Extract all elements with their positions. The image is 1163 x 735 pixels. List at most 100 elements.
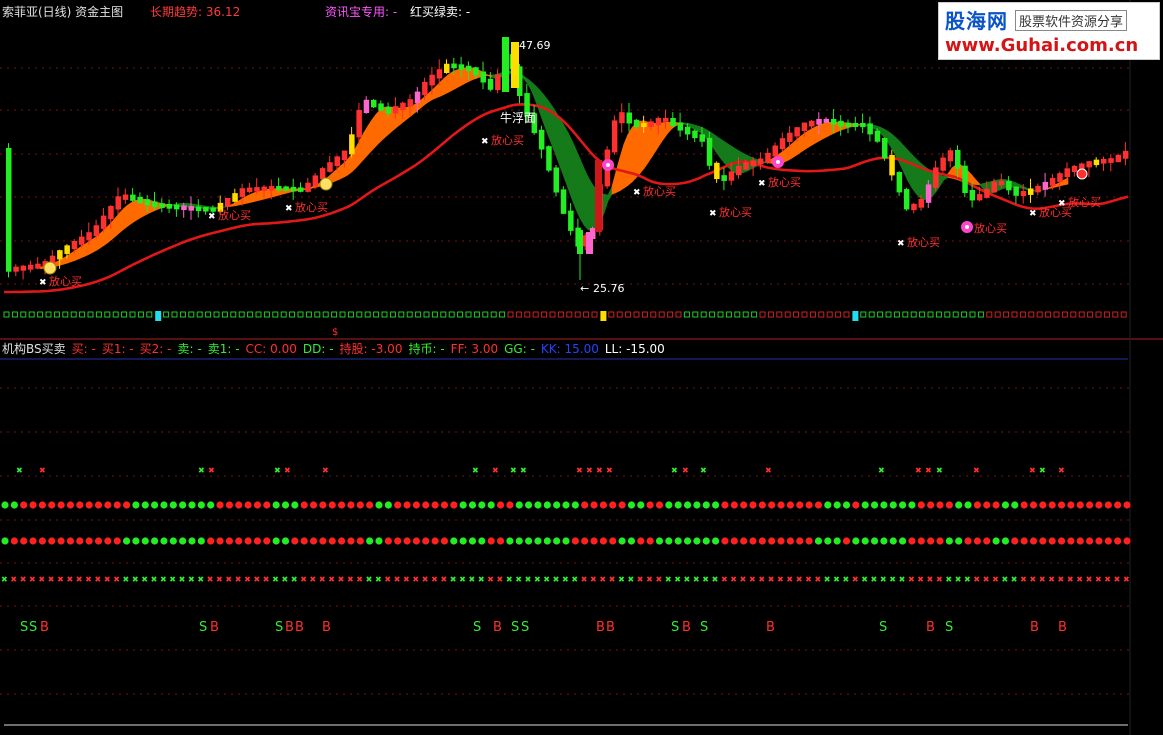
marker-square [524,311,531,318]
signal-dot [403,501,411,509]
candle-body [173,204,180,210]
ribbon-band [375,109,381,147]
signal-dot [188,501,196,509]
signal-x-icon: ✖ [1114,575,1121,584]
signal-dot [1001,537,1010,545]
signal-dot [412,537,420,545]
signal-dot [927,501,935,509]
signal-dot [468,501,477,509]
signal-x-icon: ✖ [113,575,120,584]
ribbon-band [259,189,265,201]
signal-x-icon: ✖ [917,575,924,584]
marker-square [944,311,951,318]
indicator-item: 卖: - [177,342,202,356]
ribbon-band [107,221,113,244]
candle-body [130,194,136,201]
candle-body [1115,154,1122,163]
signal-x-icon: ✖ [908,575,915,584]
flower-icon [606,163,610,167]
candle-body [1057,173,1063,182]
signal-dot [861,537,869,545]
candle-body [79,236,85,245]
buy-x-icon: ✖ [709,209,717,219]
signal-dot [384,501,392,509]
signal-dot [618,501,626,509]
signal-x-icon: ✖ [207,575,214,584]
marker-square [709,311,716,318]
marker-square [826,311,833,318]
ribbon-band [819,122,825,141]
ribbon-band [603,193,609,214]
signal-x-icon: ✖ [796,575,803,584]
signal-x-icon: ✖ [671,466,678,475]
candle-body [860,123,866,128]
signal-dot [263,501,271,509]
marker-square [977,311,984,318]
candle-body [495,74,501,91]
signal-x-icon: ✖ [487,575,494,584]
signal-x-icon: ✖ [274,466,281,475]
signal-dot [749,501,757,509]
candle-body [1071,165,1078,173]
candle-body [969,190,976,201]
signal-x-icon: ✖ [627,575,634,584]
signal-dot [1095,501,1103,509]
ribbon-band [903,145,909,182]
candle-body [721,175,727,181]
marker-square [20,311,27,318]
marker-square [205,311,212,318]
buy-signal-label: 放心买 [974,221,1007,235]
candle-body [261,186,267,192]
signal-dot [1057,537,1066,545]
signal-dot [309,501,318,509]
signal-dot [496,537,505,545]
signal-x-icon: ✖ [384,575,391,584]
signal-x-icon: ✖ [805,575,812,584]
smiley-icon [319,177,333,191]
signal-dot [20,501,28,509]
signal-x-icon: ✖ [66,575,73,584]
signal-x-icon: ✖ [925,466,932,475]
marker-square [163,311,170,318]
signal-dot [356,501,364,509]
signal-dot [814,537,823,545]
chart-canvas[interactable]: 47.69 ← 25.76 牛浮面 ✖ 放心买 ✖ 放心买 ✖ 放心买 ✖ 放心买 ✖ 放心买 ✖ 放心买 ✖ 放… [0,0,1163,735]
signal-x-icon: ✖ [596,466,603,475]
marker-square [1028,311,1035,318]
signal-dot [122,537,131,545]
ball-icon [1076,168,1088,180]
signal-dot [478,537,486,545]
signal-dot [945,537,953,545]
candle-body [451,63,457,69]
candle-body [407,99,413,107]
signal-x-icon: ✖ [440,575,447,584]
marker-square [255,311,262,318]
signal-dot [683,501,692,509]
signal-x-icon: ✖ [76,575,83,584]
candle-body [27,264,34,270]
signal-x-icon: ✖ [459,575,466,584]
buy-letter: B [682,620,691,635]
marker-square [809,311,816,318]
signal-dot [422,501,430,509]
smiley-icon [43,261,57,275]
ribbon-band [635,120,641,179]
signal-x-icon: ✖ [786,575,793,584]
signal-x-icon: ✖ [740,575,747,584]
candle-body [838,120,844,127]
candle-body [998,180,1005,186]
signal-dot [104,501,112,509]
marker-square [263,311,270,318]
signal-x-icon: ✖ [510,466,517,475]
candle-body [801,122,808,131]
signal-dot [637,501,645,509]
signal-dot [721,537,729,545]
signal-dot [141,501,149,509]
candle-body [903,189,910,210]
candle-body [319,168,326,180]
signal-dot [992,501,1000,509]
signal-dot [814,501,823,509]
marker-square [423,311,430,318]
signal-dot [581,501,589,509]
signal-dot [29,537,37,545]
